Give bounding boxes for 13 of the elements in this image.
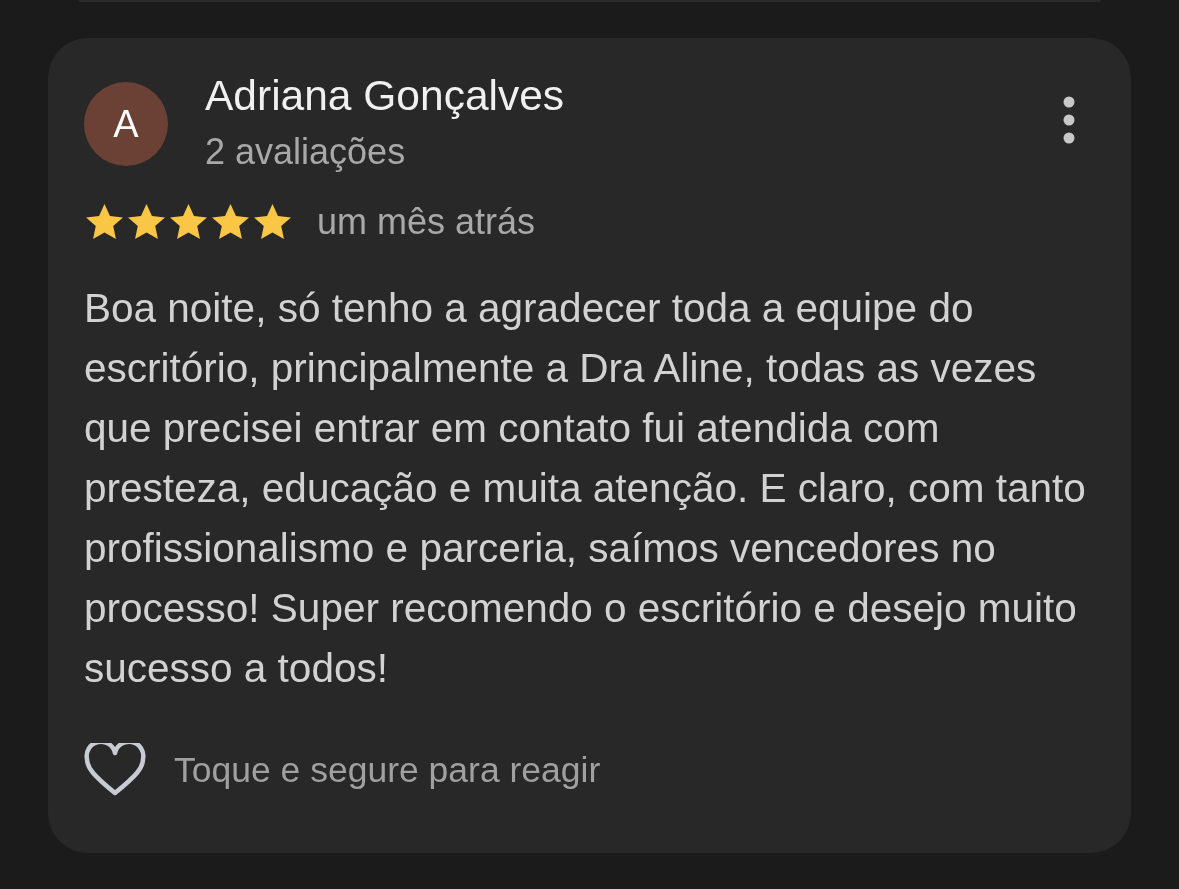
author-name: Adriana Gonçalves bbox=[205, 74, 566, 118]
reaction-hint: Toque e segure para reagir bbox=[174, 749, 601, 791]
review-date: um mês atrás bbox=[317, 202, 536, 242]
heart-icon[interactable] bbox=[84, 743, 146, 797]
star-icon bbox=[252, 202, 293, 242]
star-icon bbox=[84, 202, 125, 242]
more-icon[interactable] bbox=[1063, 96, 1075, 144]
review-count: 2 avaliações bbox=[205, 132, 407, 172]
star-icon bbox=[126, 202, 167, 242]
star-icon bbox=[210, 202, 251, 242]
avatar: A bbox=[84, 82, 168, 166]
review-text: Boa noite, só tenho a agradecer toda a equipe do escritório, principalmente a Dra Aline, todas as vezes que precisei entrar em contato fui atendida com presteza, educação e muita atenção. E claro, com tanto profissionalismo e parceria, saímos vencedores no processo! Super recomendo o escritório e desejo muito sucesso a todos! bbox=[84, 284, 1087, 693]
star-icon bbox=[168, 202, 209, 242]
